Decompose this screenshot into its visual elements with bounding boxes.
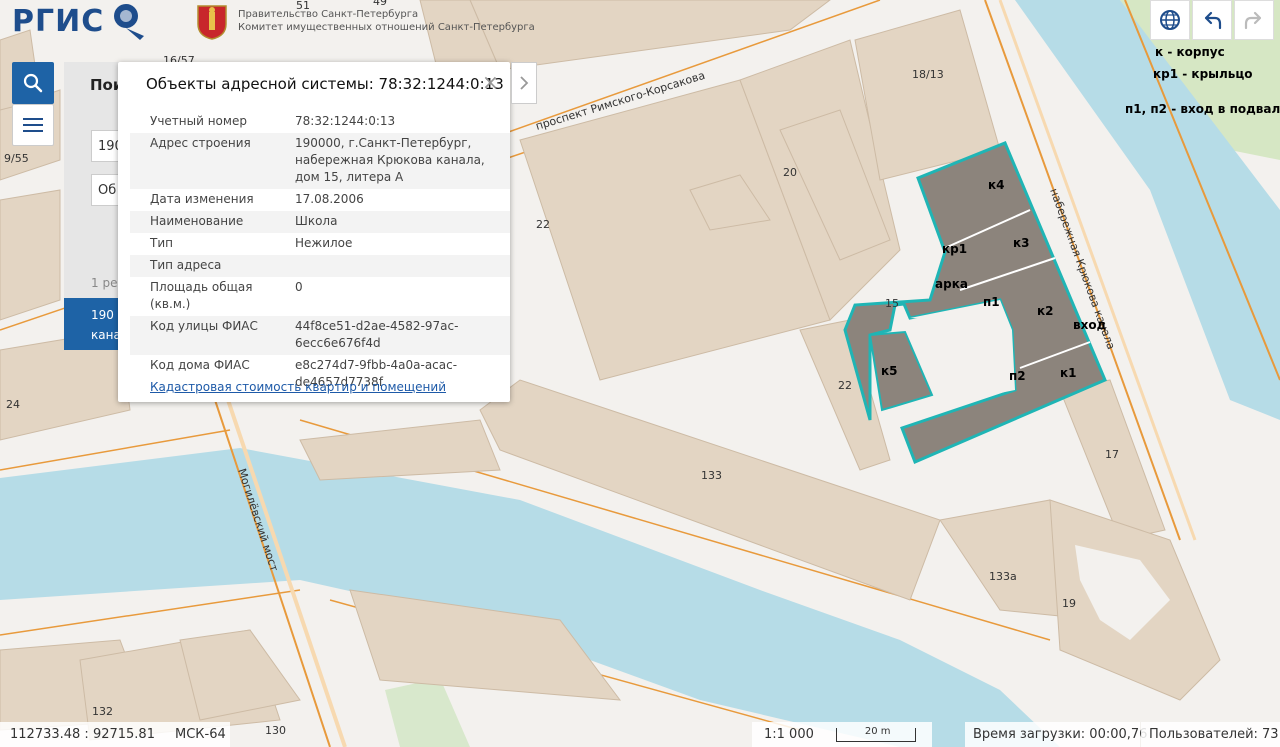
attribute-value: 190000, г.Санкт-Петербург, набережная Кр… (295, 136, 485, 184)
search-result-line: 190 (91, 308, 114, 322)
attribute-key: Учетный номер (150, 114, 247, 128)
search-button[interactable] (12, 62, 54, 104)
popup-title: Объекты адресной системы: 78:32:1244:0:1… (146, 75, 504, 93)
legend-line: п1, п2 - вход в подвал (1125, 102, 1280, 116)
house-number: 22 (536, 218, 550, 231)
government-text: Правительство Санкт-Петербурга Комитет и… (238, 8, 535, 34)
house-number: 133а (989, 570, 1017, 583)
attribute-key: Тип (150, 236, 173, 250)
coordinates-box: 112733.48 : 92715.81 МСК-64 (0, 722, 230, 747)
annotation-k1: к1 (1060, 366, 1077, 380)
load-time: Время загрузки: 00:00,76 (973, 727, 1148, 742)
search-icon (23, 73, 43, 93)
legend-line: кр1 - крыльцо (1153, 67, 1253, 81)
scale-readout: 1:1 000 (764, 727, 814, 742)
attribute-value: 44f8ce51-d2ae-4582-97ac-6ecc6e676f4d (295, 319, 459, 350)
attributes-table: Учетный номер 78:32:1244:0:13 Адрес стро… (130, 111, 510, 394)
cadastral-value-link[interactable]: Кадастровая стоимость квартир и помещени… (150, 380, 446, 394)
search-address-field[interactable]: 190 (91, 130, 121, 162)
attribute-key: Тип адреса (150, 258, 222, 272)
popup-next-button[interactable] (511, 62, 537, 104)
search-type-select[interactable]: Об (91, 174, 121, 206)
logo-drop-icon (114, 4, 144, 40)
globe-button[interactable] (1150, 0, 1190, 40)
object-info-popup: Объекты адресной системы: 78:32:1244:0:1… (118, 62, 510, 402)
close-icon[interactable]: × (482, 72, 499, 92)
attribute-row: Тип Нежилое (130, 233, 510, 255)
house-number: 9/55 (4, 152, 29, 165)
attribute-row: Площадь общая (кв.м.) 0 (130, 277, 510, 316)
annotation-kr1: кр1 (942, 242, 967, 256)
house-number: 20 (783, 166, 797, 179)
search-result-count: 1 ре (91, 276, 118, 290)
annotation-vhod: вход (1073, 318, 1107, 332)
redo-icon (1244, 11, 1262, 30)
scale-box: 1:1 000 20 m (752, 722, 932, 747)
house-number: 132 (92, 705, 113, 718)
attribute-key: Площадь общая (кв.м.) (150, 280, 253, 311)
redo-button[interactable] (1234, 0, 1274, 40)
attribute-value: 17.08.2006 (295, 192, 364, 206)
coat-of-arms-icon (197, 5, 227, 40)
attribute-value: 78:32:1244:0:13 (295, 114, 396, 128)
attribute-key: Адрес строения (150, 136, 251, 150)
search-result-line: кана (91, 328, 120, 342)
attribute-row: Учетный номер 78:32:1244:0:13 (130, 111, 510, 133)
scale-bar-label: 20 m (864, 725, 891, 737)
attribute-value: Школа (295, 214, 338, 228)
annotation-arka: арка (935, 277, 968, 291)
annotation-k5: к5 (881, 364, 898, 378)
undo-icon (1204, 11, 1222, 30)
house-number: 15 (885, 297, 899, 310)
house-number: 19 (1062, 597, 1076, 610)
gov-line-2: Комитет имущественных отношений Санкт-Пе… (238, 22, 535, 33)
house-number: 22 (838, 379, 852, 392)
attribute-key: Код улицы ФИАС (150, 319, 258, 333)
annotation-k3: к3 (1013, 236, 1030, 250)
rgis-logo[interactable]: РГИС (12, 4, 104, 39)
attribute-key: Наименование (150, 214, 244, 228)
annotation-k4: к4 (988, 178, 1005, 192)
gov-line-1: Правительство Санкт-Петербурга (238, 9, 419, 20)
users-count: Пользователей: 73 (1149, 727, 1279, 742)
attribute-row: Код улицы ФИАС 44f8ce51-d2ae-4582-97ac-6… (130, 316, 510, 355)
status-bar: 112733.48 : 92715.81 МСК-64 1:1 000 20 m… (0, 722, 1280, 747)
menu-button[interactable] (12, 104, 54, 146)
undo-button[interactable] (1192, 0, 1232, 40)
annotation-p2: п2 (1009, 369, 1026, 383)
crs-select[interactable]: МСК-64 (175, 727, 226, 742)
annotation-p1: п1 (983, 295, 1000, 309)
attribute-row: Наименование Школа (130, 211, 510, 233)
house-number: 49 (373, 0, 387, 8)
scale-bar: 20 m (835, 725, 916, 742)
house-number: 17 (1105, 448, 1119, 461)
chevron-right-icon (520, 76, 529, 90)
attribute-value (295, 257, 495, 274)
attribute-row: Тип адреса (130, 255, 510, 277)
attribute-value: 0 (295, 280, 303, 294)
legend-line: к - корпус (1155, 45, 1225, 59)
coordinates-readout: 112733.48 : 92715.81 (10, 727, 155, 742)
house-number: 133 (701, 469, 722, 482)
house-number: 18/13 (912, 68, 944, 81)
attribute-value: Нежилое (295, 236, 353, 250)
house-number: 24 (6, 398, 20, 411)
users-box: Пользователей: 73 (1141, 722, 1280, 747)
globe-icon (1160, 10, 1180, 30)
attribute-key: Дата изменения (150, 192, 254, 206)
search-result-item[interactable]: 190 кана (64, 298, 120, 350)
attribute-row: Дата изменения 17.08.2006 (130, 189, 510, 211)
menu-icon (23, 118, 43, 132)
load-time-box: Время загрузки: 00:00,76 (965, 722, 1147, 747)
attribute-row: Адрес строения 190000, г.Санкт-Петербург… (130, 133, 510, 189)
annotation-k2: к2 (1037, 304, 1054, 318)
